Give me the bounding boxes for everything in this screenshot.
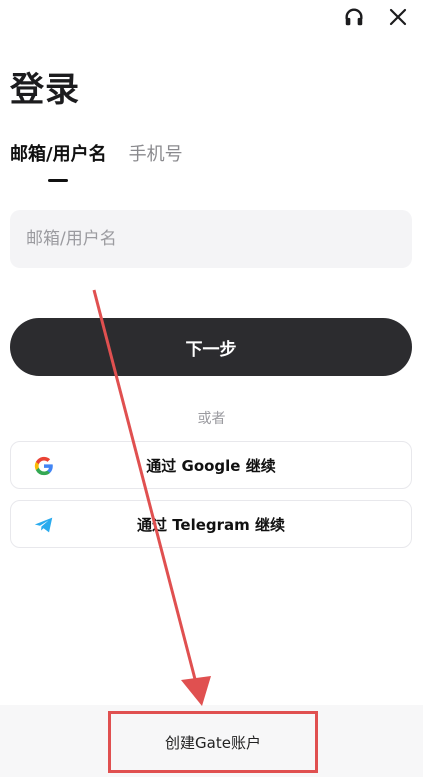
tab-email-username[interactable]: 邮箱/用户名 xyxy=(10,140,107,176)
page-title: 登录 xyxy=(10,70,80,110)
annotation-arrow xyxy=(92,289,211,706)
top-actions xyxy=(341,4,411,30)
telegram-login-button[interactable]: 通过 Telegram 继续 xyxy=(10,500,412,548)
headset-icon[interactable] xyxy=(341,4,367,30)
create-account-link[interactable]: 创建Gate账户 xyxy=(108,711,318,773)
telegram-login-label: 通过 Telegram 继续 xyxy=(136,515,286,534)
telegram-icon xyxy=(33,514,55,536)
google-login-button[interactable]: 通过 Google 继续 xyxy=(10,441,412,489)
or-divider: 或者 xyxy=(197,411,226,427)
email-username-field-container xyxy=(10,210,412,268)
next-step-button[interactable]: 下一步 xyxy=(10,318,412,376)
google-icon xyxy=(33,455,55,477)
email-username-input[interactable] xyxy=(10,210,412,268)
tab-phone[interactable]: 手机号 xyxy=(129,140,183,176)
close-icon[interactable] xyxy=(385,4,411,30)
google-login-label: 通过 Google 继续 xyxy=(146,456,276,475)
login-method-tabs: 邮箱/用户名 手机号 xyxy=(10,140,183,176)
